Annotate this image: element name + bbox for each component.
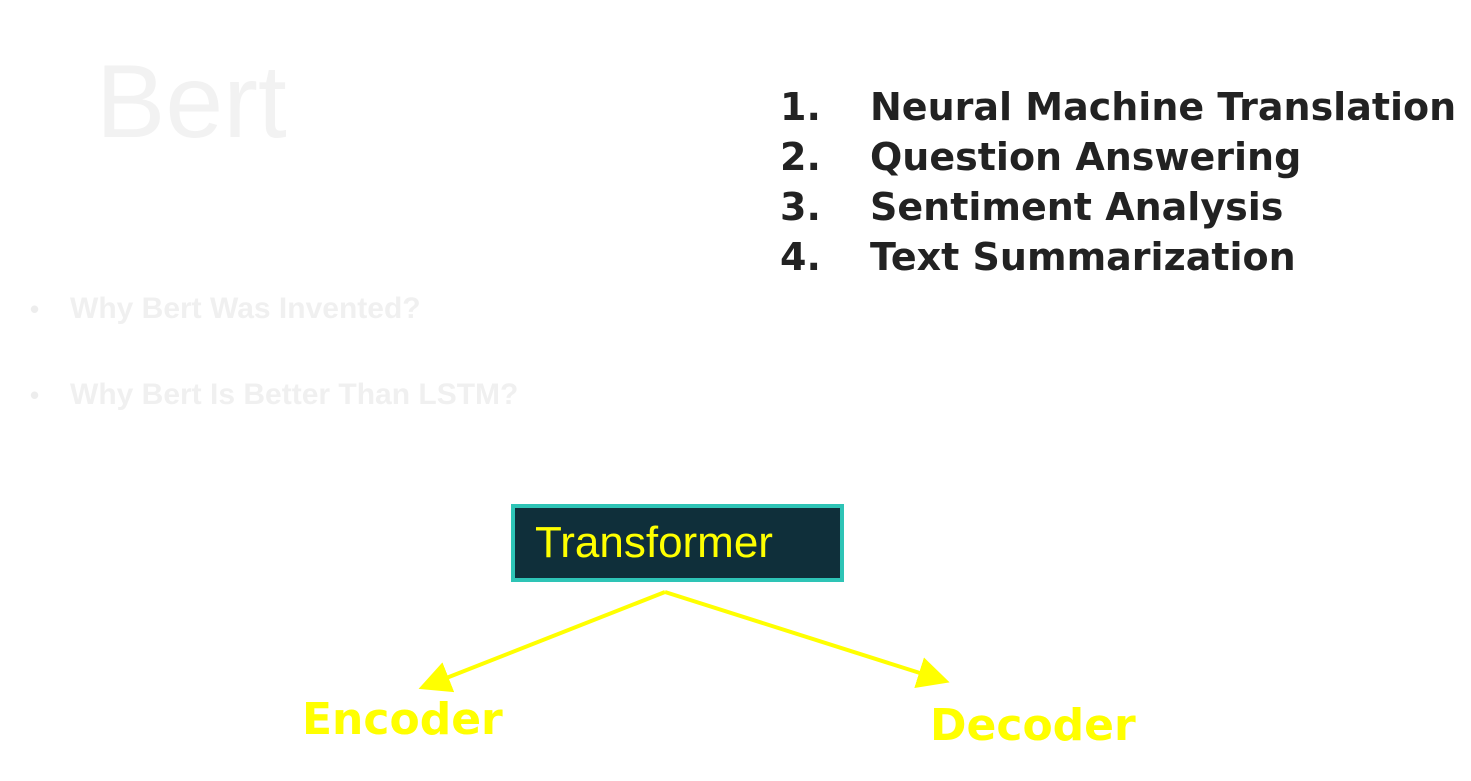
transformer-box: Transformer	[511, 504, 844, 582]
arrow-to-decoder	[664, 590, 950, 688]
diagram-arrows	[418, 590, 950, 693]
encoder-label: Encoder	[302, 694, 503, 745]
transformer-label: Transformer	[535, 518, 773, 567]
arrow-to-encoder	[418, 590, 666, 693]
decoder-label: Decoder	[930, 700, 1136, 751]
